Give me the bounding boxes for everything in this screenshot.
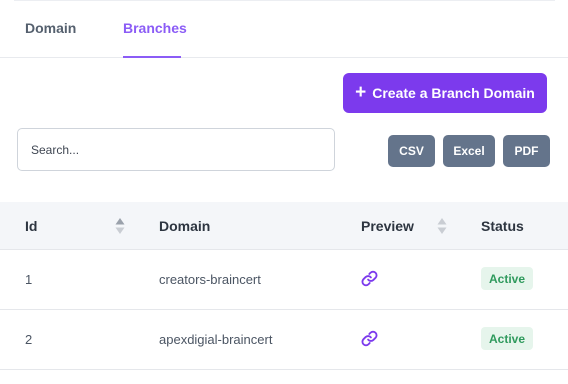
export-pdf-button[interactable]: PDF: [503, 135, 550, 167]
plus-icon: +: [355, 81, 367, 103]
create-branch-domain-label: Create a Branch Domain: [372, 85, 535, 101]
column-header-domain: Domain: [159, 218, 211, 234]
create-branch-domain-button[interactable]: + Create a Branch Domain: [343, 73, 547, 113]
status-badge: Active: [481, 267, 534, 290]
sort-arrows-icon[interactable]: [115, 217, 125, 235]
table-row: 1 creators-braincert Active: [0, 250, 568, 310]
tab-branches[interactable]: Branches: [123, 20, 187, 36]
link-icon[interactable]: [361, 270, 378, 287]
export-csv-button[interactable]: CSV: [388, 135, 435, 167]
row-id: 2: [25, 332, 33, 347]
export-excel-button[interactable]: Excel: [443, 135, 495, 167]
column-header-preview[interactable]: Preview: [361, 218, 414, 234]
active-tab-indicator: [123, 56, 181, 58]
row-domain: creators-braincert: [159, 272, 261, 287]
column-header-status: Status: [481, 218, 524, 234]
tab-bar: Domain Branches: [0, 0, 568, 58]
row-id: 1: [25, 272, 33, 287]
row-domain: apexdigial-braincert: [159, 332, 273, 347]
status-badge: Active: [481, 327, 534, 350]
sort-arrows-icon[interactable]: [437, 217, 447, 235]
search-input[interactable]: [17, 128, 335, 171]
table-row: 2 apexdigial-braincert Active: [0, 310, 568, 370]
link-icon[interactable]: [361, 330, 378, 347]
tab-domain[interactable]: Domain: [25, 20, 76, 36]
column-header-id[interactable]: Id: [25, 218, 37, 234]
table-header: Id Domain Preview Status: [0, 202, 568, 250]
